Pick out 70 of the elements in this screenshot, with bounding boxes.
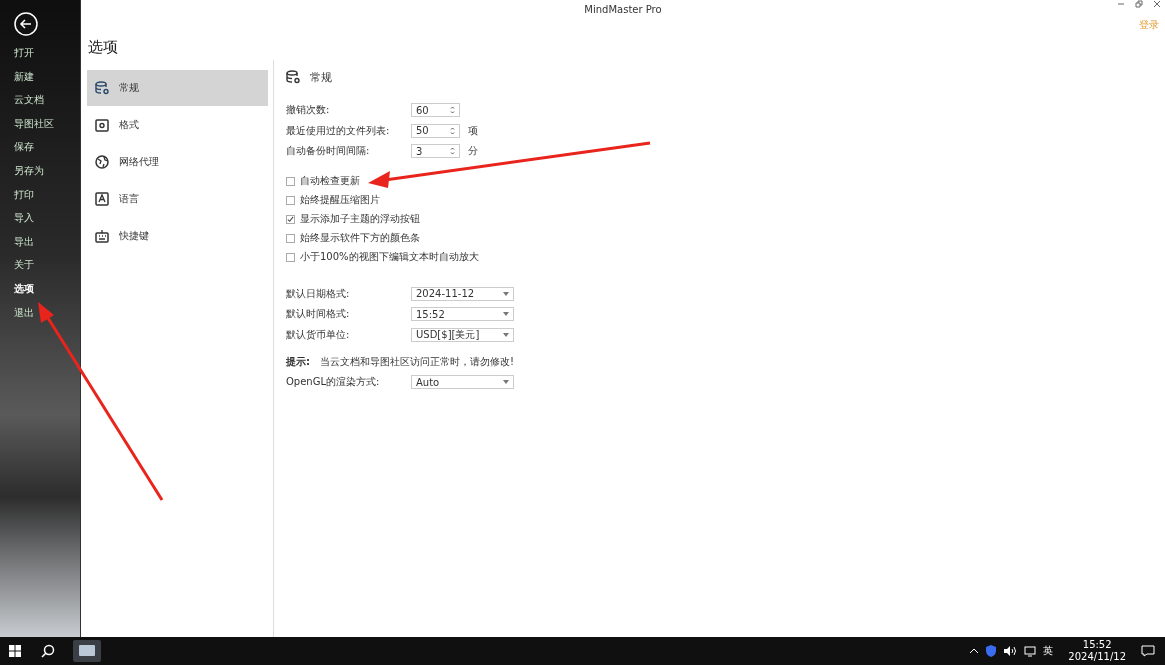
close-button[interactable] [1153, 0, 1161, 8]
unit-label: 分 [468, 144, 478, 159]
category-tab[interactable]: 常规 [87, 70, 268, 106]
field-label: 自动备份时间间隔: [286, 144, 371, 159]
field-label: OpenGL的渲染方式: [286, 375, 381, 390]
language-icon [95, 192, 109, 206]
globe-icon [95, 155, 109, 169]
file-menu-item[interactable]: 关于 [14, 258, 80, 282]
category-tab[interactable]: 语言 [87, 181, 268, 217]
checkbox-label: 自动检查更新 [300, 174, 360, 188]
tray-expand-icon[interactable] [969, 648, 980, 654]
file-menu-item[interactable]: 选项 [14, 281, 80, 306]
database-gear-icon [286, 70, 300, 84]
category-tab[interactable]: 快捷键 [87, 218, 268, 254]
database-gear-icon [95, 81, 109, 95]
window-title: MindMaster Pro [584, 3, 662, 15]
file-menu-item[interactable]: 导入 [14, 211, 80, 235]
hint-text: 当云文档和导图社区访问正常时，请勿修改! [320, 355, 514, 369]
number-spinner[interactable]: 50 [411, 123, 460, 138]
format-icon [95, 118, 109, 132]
caret-icon [503, 380, 509, 385]
checkbox[interactable] [286, 252, 295, 262]
windows-logo-icon[interactable] [9, 645, 21, 657]
checkbox[interactable] [286, 233, 295, 243]
file-menu-item[interactable]: 另存为 [14, 163, 80, 188]
file-menu-item[interactable]: 保存 [14, 140, 80, 164]
dropdown[interactable]: 2024-11-12 [411, 286, 514, 301]
field-label: 默认时间格式: [286, 307, 351, 322]
file-menu-item[interactable]: 云文档 [14, 93, 80, 117]
checkbox-label: 始终提醒压缩图片 [300, 193, 380, 207]
file-menu-item[interactable]: 打印 [14, 187, 80, 212]
checkbox[interactable] [286, 214, 295, 224]
network-icon[interactable] [1024, 645, 1037, 657]
app-window-icon[interactable] [73, 640, 101, 662]
field-label: 最近使用过的文件列表: [286, 123, 391, 138]
section-title: 常规 [310, 69, 332, 85]
file-menu-item[interactable]: 打开 [14, 46, 80, 70]
hint-label: 提示: [286, 355, 310, 369]
file-menu-item[interactable]: 退出 [14, 305, 80, 330]
search-icon[interactable] [41, 644, 55, 658]
caret-icon [503, 312, 509, 317]
caret-icon [503, 332, 509, 337]
file-menu-item[interactable]: 导出 [14, 234, 80, 259]
checkbox[interactable] [286, 195, 295, 205]
checkbox[interactable] [286, 176, 295, 186]
field-label: 默认日期格式: [286, 286, 351, 301]
checkbox-label: 显示添加子主题的浮动按钮 [300, 212, 420, 226]
notification-icon[interactable] [1141, 645, 1155, 657]
checkbox-label: 始终显示软件下方的颜色条 [300, 231, 420, 245]
input-method-indicator[interactable]: 英 [1043, 644, 1054, 658]
caret-icon [503, 291, 509, 296]
field-label: 撤销次数: [286, 103, 331, 118]
dropdown[interactable]: 15:52 [411, 307, 514, 322]
dropdown[interactable]: USD[$][美元] [411, 327, 514, 342]
number-spinner[interactable]: 3 [411, 144, 460, 159]
keyboard-icon [95, 229, 109, 243]
file-menu-item[interactable]: 导图社区 [14, 116, 80, 141]
file-menu-item[interactable]: 新建 [14, 69, 80, 94]
checkbox-label: 小于100%的视图下编辑文本时自动放大 [300, 250, 479, 264]
shield-icon[interactable] [986, 645, 997, 657]
restore-button[interactable] [1135, 0, 1143, 8]
number-spinner[interactable]: 60 [411, 103, 460, 118]
field-label: 默认货币单位: [286, 327, 351, 342]
category-tab[interactable]: 格式 [87, 107, 268, 143]
clock[interactable]: 15:52 2024/11/12 [1068, 639, 1126, 663]
page-title: 选项 [88, 38, 119, 58]
dropdown[interactable]: Auto [411, 375, 514, 390]
unit-label: 项 [468, 123, 478, 138]
volume-icon[interactable] [1003, 645, 1018, 657]
category-tab[interactable]: 网络代理 [87, 144, 268, 180]
